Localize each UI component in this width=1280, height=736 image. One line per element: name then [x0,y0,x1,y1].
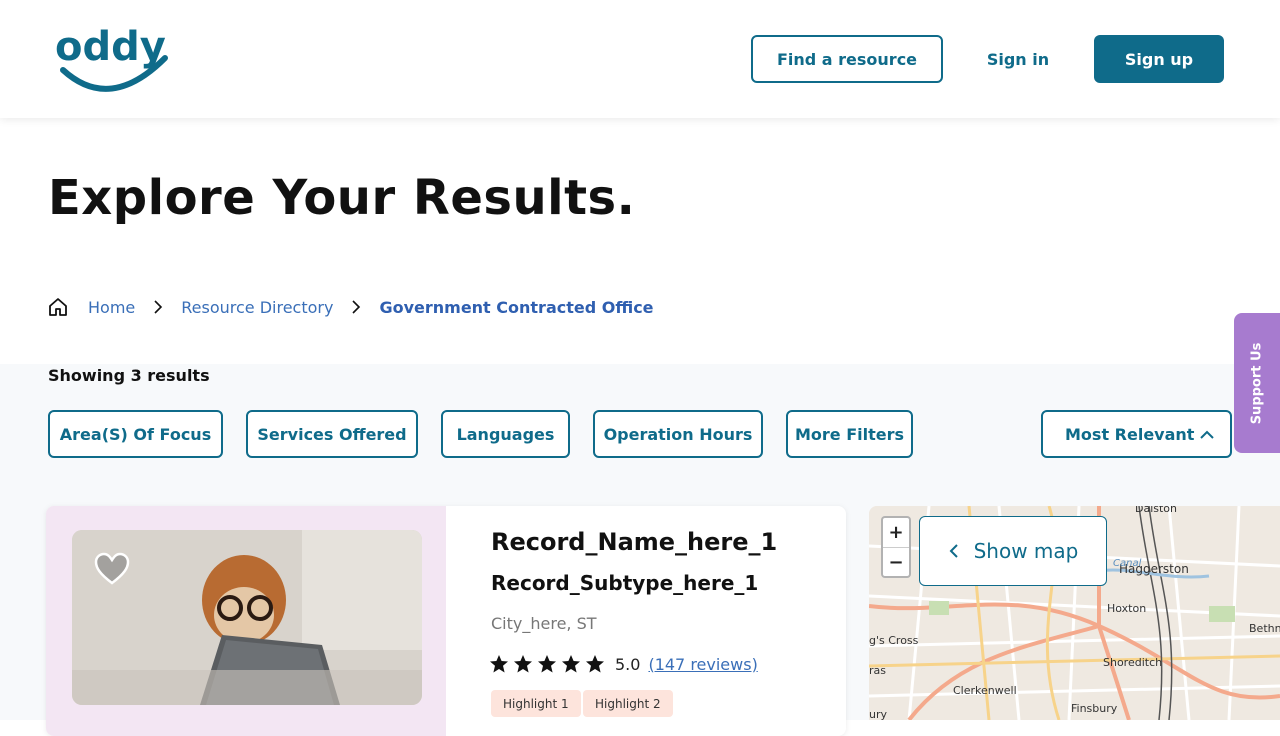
zoom-in-button[interactable]: + [883,518,909,547]
filter-services-offered[interactable]: Services Offered [246,410,418,458]
highlight-tag: Highlight 1 [491,690,581,717]
find-resource-button[interactable]: Find a resource [751,35,943,83]
map-label: Clerkenwell [953,684,1017,697]
card-image-panel [46,506,446,736]
map-label: ras [869,664,886,677]
map-label: Bethnal [1249,622,1280,635]
map-label: Dalston [1135,506,1178,515]
favorite-heart-icon[interactable] [94,552,130,586]
show-map-label: Show map [973,539,1079,563]
breadcrumb-home[interactable]: Home [88,298,135,317]
star-icon [514,655,532,673]
chevron-right-icon [352,300,361,314]
filter-area-of-focus[interactable]: Area(S) Of Focus [48,410,223,458]
results-map[interactable]: + − Show map Dalston Haggerston Hoxton B… [869,506,1280,720]
chevron-right-icon [154,300,163,314]
filter-languages[interactable]: Languages [441,410,570,458]
record-name[interactable]: Record_Name_here_1 [491,528,777,556]
breadcrumb: Home Resource Directory Government Contr… [48,294,654,320]
star-icon [586,655,604,673]
sort-dropdown[interactable]: Most Relevant [1041,410,1232,458]
results-count: Showing 3 results [48,366,210,385]
breadcrumb-resource-directory[interactable]: Resource Directory [181,298,333,317]
sort-label: Most Relevant [1065,424,1195,444]
map-label: Hoxton [1107,602,1147,615]
rating-stars: 5.0 (147 reviews) [489,654,758,674]
zoom-out-button[interactable]: − [883,547,909,576]
map-label: Canal [1113,558,1142,569]
record-photo [72,530,422,705]
chevron-left-icon [949,544,958,558]
reviews-link[interactable]: (147 reviews) [648,655,757,674]
map-label: g's Cross [869,634,919,647]
oddy-logo[interactable]: oddy [55,18,175,98]
sign-up-button[interactable]: Sign up [1094,35,1224,83]
star-icon [562,655,580,673]
map-zoom-control: + − [881,516,911,578]
map-label: Shoreditch [1103,656,1163,669]
record-subtype: Record_Subtype_here_1 [491,571,759,595]
svg-text:oddy: oddy [55,24,166,70]
site-header: oddy Find a resource Sign in Sign up [0,0,1280,118]
breadcrumb-current: Government Contracted Office [379,297,654,317]
rating-value: 5.0 [615,654,641,674]
support-us-tab[interactable]: Support Us [1234,313,1280,453]
support-us-label: Support Us [1249,342,1265,424]
map-label: Finsbury [1071,702,1118,715]
show-map-button[interactable]: Show map [919,516,1107,586]
record-city: City_here, ST [491,614,597,633]
sign-in-link[interactable]: Sign in [975,35,1061,83]
map-label: ury [869,708,888,720]
star-icon [538,655,556,673]
result-card[interactable]: Record_Name_here_1 Record_Subtype_here_1… [46,506,846,736]
filter-operation-hours[interactable]: Operation Hours [593,410,763,458]
chevron-up-icon [1200,430,1214,439]
highlight-tag: Highlight 2 [583,690,673,717]
filter-more-filters[interactable]: More Filters [786,410,913,458]
page-title: Explore Your Results. [48,170,636,226]
home-icon[interactable] [48,297,68,317]
star-icon [490,655,508,673]
